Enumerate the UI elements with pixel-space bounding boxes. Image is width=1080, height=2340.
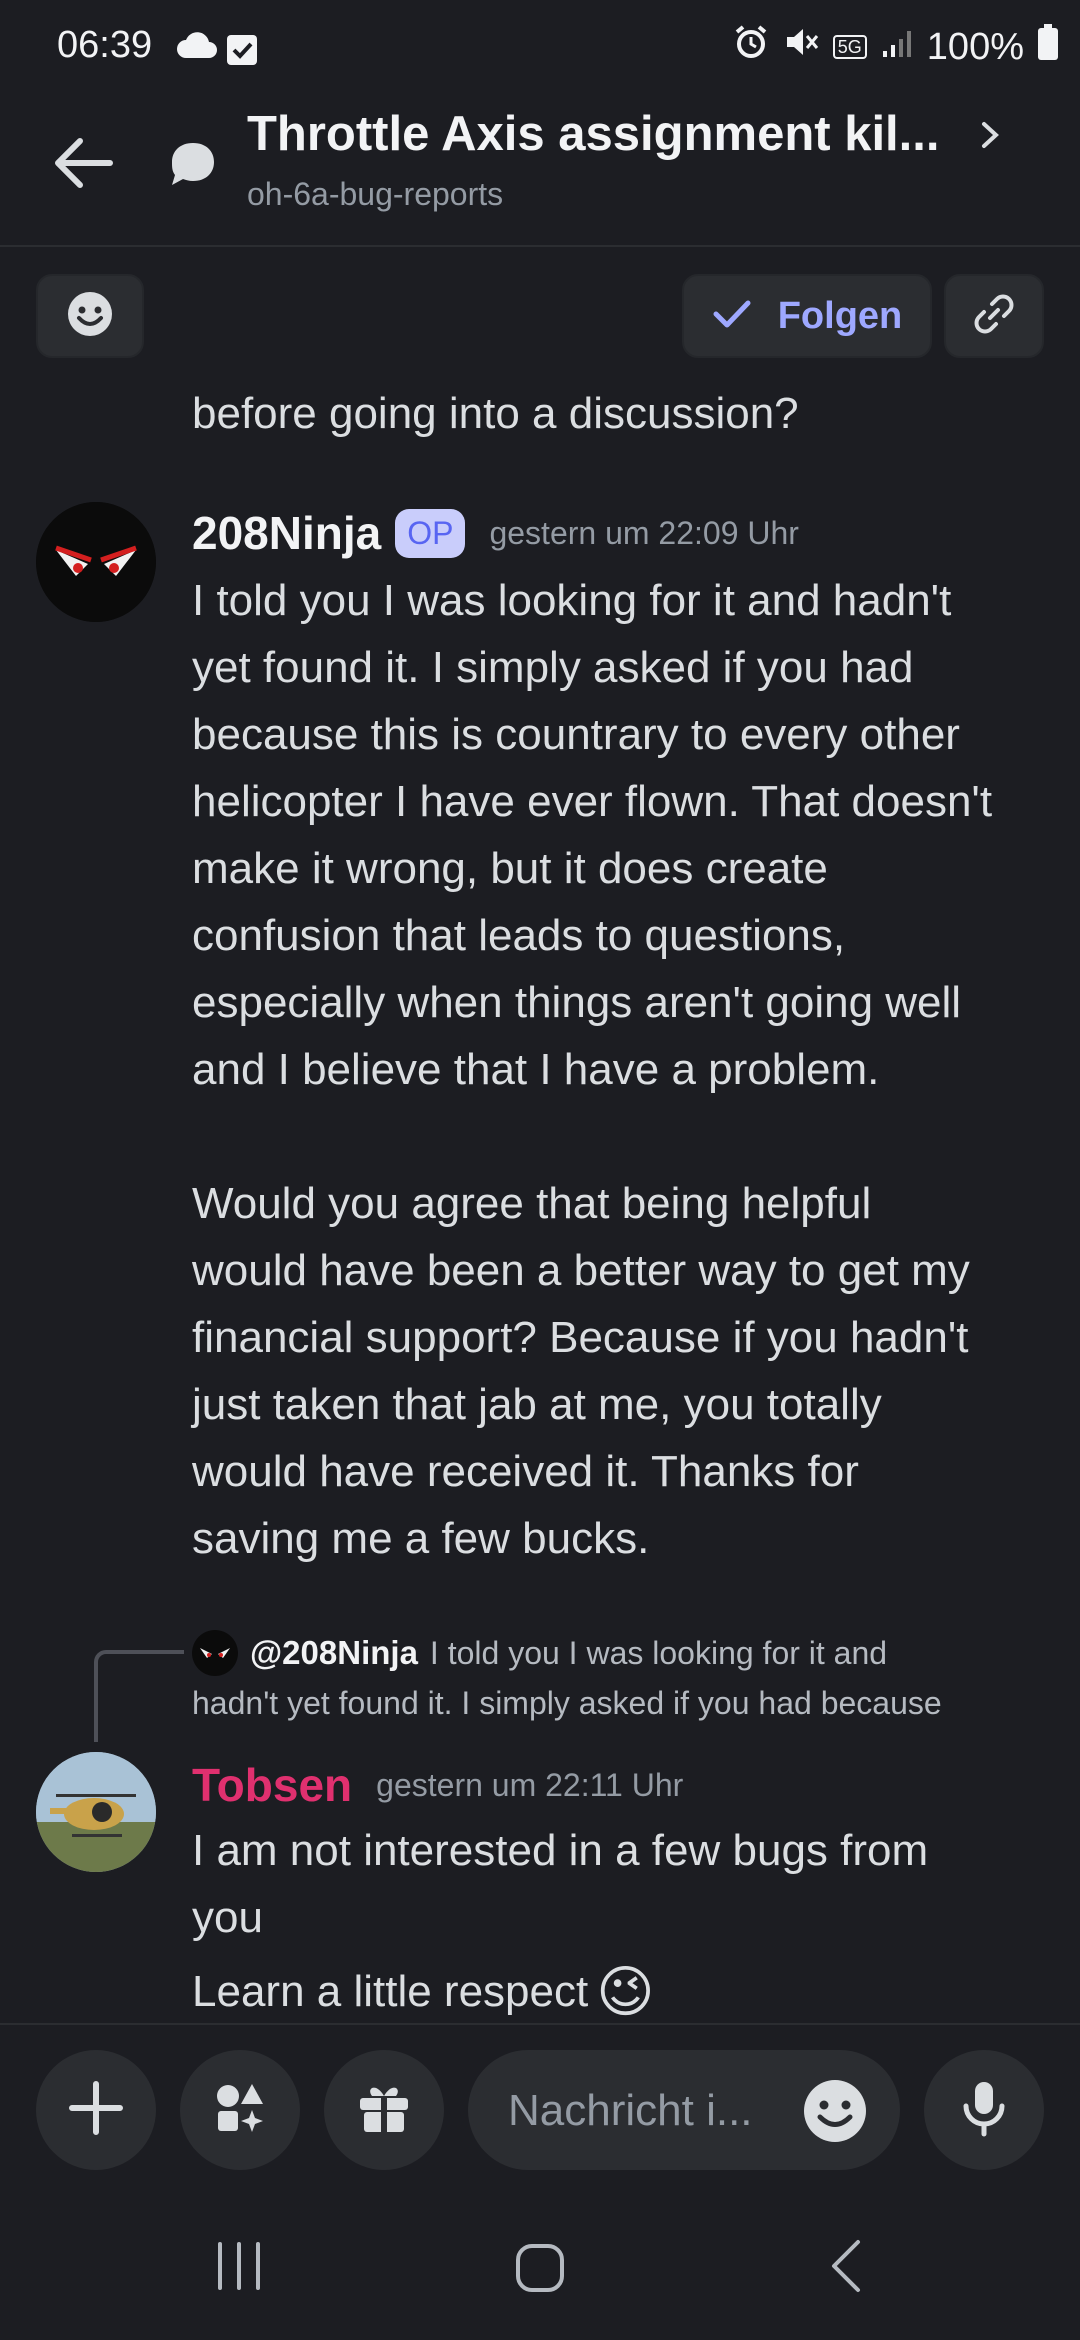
message-timestamp: gestern um 22:09 Uhr: [489, 514, 799, 551]
reply-connector: [94, 1650, 184, 1742]
text-line: Learn a little respect: [192, 1967, 589, 2016]
text-line: saving me a few bucks.: [192, 1514, 650, 1563]
mic-icon: [954, 2078, 1014, 2143]
chevron-right-icon[interactable]: [978, 118, 1002, 157]
previous-message-tail: before going into a discussion?: [192, 389, 799, 438]
mute-icon: [783, 24, 819, 70]
gift-icon: [354, 2078, 414, 2143]
recent-apps-icon[interactable]: [214, 2240, 264, 2297]
wink-emoji: 😉: [596, 1959, 655, 2023]
text-line: because this is countrary to every other: [192, 710, 960, 759]
channel-name: oh-6a-bug-reports: [247, 176, 504, 212]
reply-line-2: hadn't yet found it. I simply asked if y…: [192, 1685, 942, 1721]
home-icon[interactable]: [514, 2242, 566, 2299]
signal-icon: [881, 26, 913, 69]
text-line: especially when things aren't going well: [192, 978, 962, 1027]
avatar-tobsen[interactable]: [36, 1752, 156, 1872]
text-line: financial support? Because if you hadn't: [192, 1313, 969, 1362]
thread-title[interactable]: Throttle Axis assignment kil...: [247, 106, 987, 162]
avatar-208ninja[interactable]: [36, 502, 156, 622]
apps-icon: [210, 2078, 270, 2143]
emoji-icon: [66, 290, 114, 343]
follow-label: Folgen: [777, 294, 903, 337]
check-icon: [712, 298, 752, 335]
reaction-button[interactable]: [36, 274, 144, 358]
reply-mention: @208Ninja: [250, 1634, 418, 1671]
text-line: yet found it. I simply asked if you had: [192, 643, 914, 692]
message-body-208ninja[interactable]: I told you I was looking for it and hadn…: [192, 567, 1062, 1572]
add-attachment-button[interactable]: [36, 2050, 156, 2170]
text-line: and I believe that I have a problem.: [192, 1045, 880, 1094]
battery-icon: [1038, 24, 1058, 70]
thread-icon: [166, 137, 220, 196]
status-time: 06:39: [57, 24, 153, 66]
reply-avatar: [192, 1630, 238, 1676]
text-line: confusion that leads to questions,: [192, 911, 846, 960]
emoji-icon[interactable]: [802, 2078, 868, 2149]
message-body-tobsen-2[interactable]: Learn a little respect 😉: [192, 1958, 1062, 2025]
back-arrow-icon[interactable]: [50, 135, 116, 196]
author-name[interactable]: 208Ninja: [192, 506, 381, 560]
text-line: helicopter I have ever flown. That doesn…: [192, 777, 993, 826]
text-line: would have received it. Thanks for: [192, 1447, 859, 1496]
voice-button[interactable]: [924, 2050, 1044, 2170]
message-header-208ninja: 208Ninja OP gestern um 22:09 Uhr: [192, 506, 799, 560]
link-icon: [970, 290, 1018, 343]
author-name[interactable]: Tobsen: [192, 1758, 352, 1812]
reply-preview[interactable]: @208Ninja I told you I was looking for i…: [192, 1628, 1062, 1728]
plus-icon: [66, 2078, 126, 2143]
text-line: would have been a better way to get my: [192, 1246, 970, 1295]
text-line: Would you agree that being helpful: [192, 1179, 872, 1228]
follow-button[interactable]: Folgen: [682, 274, 932, 358]
text-line: just taken that jab at me, you totally: [192, 1380, 882, 1429]
network-label: 5G: [832, 35, 867, 59]
nav-back-icon[interactable]: [826, 2238, 866, 2299]
message-body-tobsen[interactable]: I am not interested in a few bugs from y…: [192, 1817, 1062, 1951]
alarm-icon: [733, 24, 769, 70]
status-right-group: 5G 100%: [733, 24, 1058, 70]
message-input[interactable]: Nachricht i...: [468, 2050, 900, 2170]
op-badge: OP: [395, 508, 466, 558]
message-header-tobsen: Tobsen gestern um 22:11 Uhr: [192, 1758, 683, 1812]
message-timestamp: gestern um 22:11 Uhr: [376, 1766, 684, 1803]
gift-button[interactable]: [324, 2050, 444, 2170]
battery-text: 100%: [926, 25, 1024, 68]
message-input-placeholder: Nachricht i...: [508, 2086, 753, 2135]
text-line: you: [192, 1893, 263, 1942]
checkbox-icon: [226, 34, 258, 71]
apps-button[interactable]: [180, 2050, 300, 2170]
cloud-icon: [176, 30, 218, 65]
text-line: I am not interested in a few bugs from: [192, 1826, 929, 1875]
copy-link-button[interactable]: [944, 274, 1044, 358]
status-bar: 06:39 5G 100%: [0, 0, 1080, 100]
reply-line-1: I told you I was looking for it and: [429, 1635, 888, 1671]
text-line: I told you I was looking for it and hadn…: [192, 576, 952, 625]
text-line: make it wrong, but it does create: [192, 844, 828, 893]
